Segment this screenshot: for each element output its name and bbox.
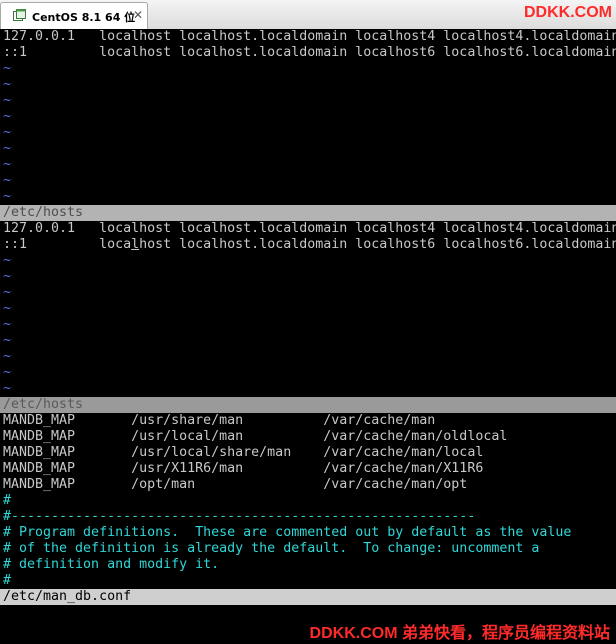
- empty-line-tilde: ~: [3, 61, 12, 76]
- empty-line-tilde: ~: [3, 253, 12, 268]
- empty-line-tilde: ~: [3, 317, 12, 332]
- comment-line: # of the definition is already the defau…: [3, 541, 540, 556]
- empty-line-tilde: ~: [3, 333, 12, 348]
- hosts-line-2-with-cursor: ::1 localhost localhost.localdomain loca…: [3, 237, 616, 253]
- vm-tab-bar: CentOS 8.1 64 位 ✕ DDKK.COM: [0, 0, 616, 30]
- status-line-hosts-bottom[interactable]: /etc/hosts: [0, 397, 616, 413]
- empty-line-tilde: ~: [3, 285, 12, 300]
- empty-line-tilde: ~: [3, 93, 12, 108]
- empty-line-tilde: ~: [3, 157, 12, 172]
- empty-line-tilde: ~: [3, 381, 12, 396]
- hosts-line-1: 127.0.0.1 localhost localhost.localdomai…: [3, 29, 616, 44]
- empty-line-tilde: ~: [3, 109, 12, 124]
- text-cursor: l: [131, 237, 140, 252]
- mandb-map-row: MANDB_MAP /usr/local/share/man /var/cach…: [3, 445, 484, 460]
- vm-tab[interactable]: CentOS 8.1 64 位 ✕: [0, 2, 148, 29]
- status-line-man-db[interactable]: /etc/man_db.conf: [0, 589, 616, 605]
- line-text-after-cursor: host localhost.localdomain localhost6 lo…: [139, 237, 616, 252]
- empty-line-tilde: ~: [3, 365, 12, 380]
- comment-line: # definition and modify it.: [3, 557, 220, 572]
- empty-line-tilde: ~: [3, 173, 12, 188]
- comment-line: #: [3, 493, 12, 508]
- empty-line-tilde: ~: [3, 141, 12, 156]
- empty-line-tilde: ~: [3, 301, 12, 316]
- watermark-top: DDKK.COM: [524, 4, 612, 21]
- close-icon[interactable]: ✕: [133, 8, 143, 22]
- comment-line: # Program definitions. These are comment…: [3, 525, 572, 540]
- hosts-line-2: ::1 localhost localhost.localdomain loca…: [3, 45, 616, 60]
- comment-line: #: [3, 573, 12, 588]
- empty-line-tilde: ~: [3, 77, 12, 92]
- empty-line-tilde: ~: [3, 349, 12, 364]
- mandb-map-row: MANDB_MAP /opt/man /var/cache/man/opt: [3, 477, 468, 492]
- line-text-before-cursor: ::1 loca: [3, 237, 132, 252]
- empty-line-tilde: ~: [3, 269, 12, 284]
- mandb-map-row: MANDB_MAP /usr/local/man /var/cache/man/…: [3, 429, 508, 444]
- empty-line-tilde: ~: [3, 189, 12, 204]
- hosts-line-1: 127.0.0.1 localhost localhost.localdomai…: [3, 221, 616, 236]
- terminal-screen[interactable]: 127.0.0.1 localhost localhost.localdomai…: [0, 29, 616, 644]
- vm-window-icon: [13, 9, 26, 21]
- empty-line-tilde: ~: [3, 125, 12, 140]
- status-line-hosts-top[interactable]: /etc/hosts: [0, 205, 616, 221]
- vm-tab-title: CentOS 8.1 64 位: [32, 11, 136, 24]
- comment-line: #---------------------------------------…: [3, 509, 476, 524]
- mandb-map-row: MANDB_MAP /usr/share/man /var/cache/man: [3, 413, 436, 428]
- mandb-map-row: MANDB_MAP /usr/X11R6/man /var/cache/man/…: [3, 461, 484, 476]
- watermark-bottom: DDKK.COM 弟弟快看，程序员编程资料站: [309, 625, 610, 642]
